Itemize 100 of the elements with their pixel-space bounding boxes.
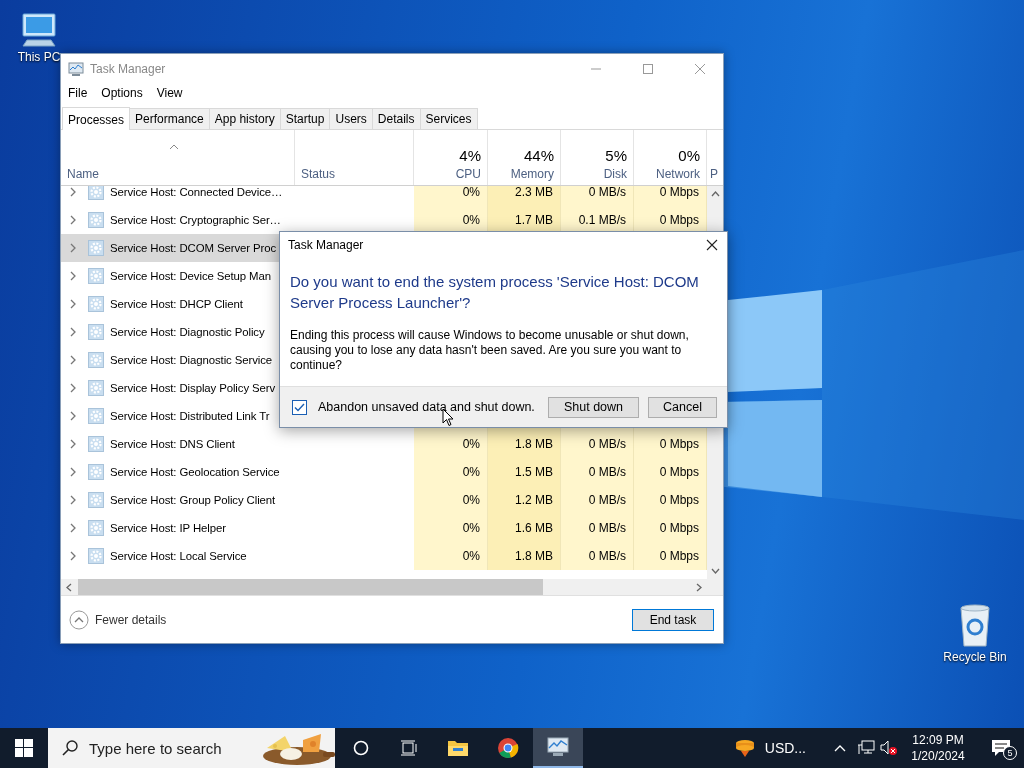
scroll-right-icon[interactable] xyxy=(696,582,702,592)
tab[interactable]: Services xyxy=(419,108,478,129)
table-cell: 0% xyxy=(462,493,480,507)
scroll-up-icon[interactable] xyxy=(710,191,720,197)
network-icon[interactable] xyxy=(857,740,875,756)
table-cell: 0 MB/s xyxy=(588,549,626,563)
table-cell: 0 MB/s xyxy=(588,186,626,199)
process-row[interactable]: Service Host: Geolocation Service 0% 1.5 MB 0 MB/s 0 Mbps xyxy=(61,458,707,486)
dialog-button[interactable]: Shut down xyxy=(548,396,639,418)
close-icon[interactable] xyxy=(706,239,718,251)
column-header[interactable]: Name xyxy=(67,167,99,181)
collapse-icon[interactable] xyxy=(69,609,89,630)
clock-time[interactable]: 12:09 PM xyxy=(912,732,964,748)
gear-icon xyxy=(88,186,104,200)
process-name: Service Host: Diagnostic Policy xyxy=(110,326,265,338)
clock-date[interactable]: 1/20/2024 xyxy=(911,748,965,764)
column-header[interactable]: CPU xyxy=(455,167,481,181)
column-total: 0% xyxy=(678,147,700,164)
dialog-message: Ending this process will cause Windows to become unusable or shut down, causing you to lose any data hasn't been saved. Are you sure you want to continue? xyxy=(289,327,690,373)
chevron-icon[interactable] xyxy=(69,551,77,561)
gear-icon xyxy=(88,212,104,228)
table-cell: 0 Mbps xyxy=(659,493,699,507)
computer-icon[interactable] xyxy=(19,12,59,48)
chevron-icon[interactable] xyxy=(69,383,77,393)
process-name: Service Host: Display Policy Serv xyxy=(110,382,276,394)
chevron-icon[interactable] xyxy=(69,495,77,505)
table-cell: 0 Mbps xyxy=(659,549,699,563)
chevron-icon[interactable] xyxy=(69,187,77,197)
tab[interactable]: Startup xyxy=(279,108,331,129)
tab[interactable]: App history xyxy=(208,108,281,129)
process-row[interactable]: Service Host: IP Helper 0% 1.6 MB 0 MB/s 0 Mbps xyxy=(61,514,707,542)
table-cell: 0% xyxy=(462,186,480,199)
dialog-heading: Do you want to end the system process 'Service Host: DCOM Server Process Launcher'? xyxy=(289,272,700,313)
column-header[interactable]: Disk xyxy=(603,167,627,181)
table-cell: 1.2 MB xyxy=(515,493,553,507)
process-row[interactable]: Service Host: Local Service 0% 1.8 MB 0 MB/s 0 Mbps xyxy=(61,542,707,570)
currency-label[interactable]: USD... xyxy=(764,740,806,756)
chevron-icon[interactable] xyxy=(69,327,77,337)
tab[interactable]: Performance xyxy=(129,108,210,129)
column-total: 4% xyxy=(459,147,481,164)
chevron-icon[interactable] xyxy=(69,355,77,365)
table-cell: 1.8 MB xyxy=(515,437,553,451)
checkbox[interactable] xyxy=(292,399,307,415)
tab[interactable]: Details xyxy=(371,108,421,129)
column-header[interactable]: Memory xyxy=(510,167,554,181)
process-name: Service Host: Local Service xyxy=(110,550,247,562)
table-cell: 0 Mbps xyxy=(659,521,699,535)
circle-icon[interactable] xyxy=(353,740,369,756)
desktop-icon-label[interactable]: This PC xyxy=(17,50,61,64)
table-cell: 0 Mbps xyxy=(659,437,699,451)
table-cell: 0 MB/s xyxy=(588,437,626,451)
process-name: Service Host: Cryptographic Ser… xyxy=(110,214,281,226)
gear-icon xyxy=(88,380,104,396)
process-row[interactable]: Service Host: DNS Client 0% 1.8 MB 0 MB/s 0 Mbps xyxy=(61,430,707,458)
volume-muted-icon[interactable] xyxy=(880,740,898,756)
dialog-button[interactable]: Cancel xyxy=(648,396,717,418)
process-name: Service Host: Diagnostic Service xyxy=(110,354,273,366)
monitor-chart-icon[interactable] xyxy=(546,736,570,758)
chevron-icon[interactable] xyxy=(69,523,77,533)
table-cell: 2.3 MB xyxy=(515,186,553,199)
chevron-icon[interactable] xyxy=(69,243,77,253)
windows-logo-icon[interactable] xyxy=(15,739,33,757)
chevron-icon[interactable] xyxy=(69,271,77,281)
search-bar[interactable]: Type here to search xyxy=(48,728,335,768)
process-row[interactable]: Service Host: Connected Device… 0% 2.3 MB 0 MB/s 0 Mbps xyxy=(61,186,707,206)
chevron-icon[interactable] xyxy=(69,411,77,421)
tab[interactable]: Processes xyxy=(62,107,131,130)
column-header[interactable]: P xyxy=(710,167,718,181)
menu-item[interactable]: File xyxy=(68,86,88,100)
process-name: Service Host: Device Setup Man xyxy=(110,270,271,282)
column-header[interactable]: Network xyxy=(656,167,700,181)
chevron-icon[interactable] xyxy=(69,299,77,309)
checkbox-label[interactable]: Abandon unsaved data and shut down. xyxy=(318,400,548,414)
table-cell: 0 MB/s xyxy=(588,493,626,507)
desktop-icon-label[interactable]: Recycle Bin xyxy=(943,650,1007,664)
chevron-icon[interactable] xyxy=(69,215,77,225)
end-task-button[interactable]: End task xyxy=(632,608,714,631)
taskbar-app[interactable] xyxy=(533,728,583,768)
scroll-down-icon[interactable] xyxy=(710,568,720,574)
maximize-icon[interactable] xyxy=(642,62,654,75)
task-view-icon[interactable] xyxy=(400,740,418,756)
search-icon[interactable] xyxy=(61,739,79,757)
chevron-icon[interactable] xyxy=(69,467,77,477)
gear-icon xyxy=(88,436,104,452)
table-cell: 0.1 MB/s xyxy=(578,213,626,227)
process-row[interactable]: Service Host: Group Policy Client 0% 1.2 MB 0 MB/s 0 Mbps xyxy=(61,486,707,514)
search-field[interactable]: Type here to search xyxy=(87,738,261,758)
chevron-icon[interactable] xyxy=(69,439,77,449)
folder-icon[interactable] xyxy=(447,738,469,758)
menu-item[interactable]: Options xyxy=(101,86,143,100)
browser-icon[interactable] xyxy=(497,737,519,759)
scrollbar-thumb[interactable] xyxy=(78,579,543,595)
notification-badge: 5 xyxy=(1003,746,1017,760)
scroll-left-icon[interactable] xyxy=(66,582,72,592)
fewer-details-link[interactable]: Fewer details xyxy=(95,612,167,627)
tab[interactable]: Users xyxy=(329,108,373,129)
menu-item[interactable]: View xyxy=(156,86,183,100)
column-header[interactable]: Status xyxy=(301,167,336,181)
caret-up-icon[interactable] xyxy=(834,744,846,752)
gear-icon xyxy=(88,268,104,284)
